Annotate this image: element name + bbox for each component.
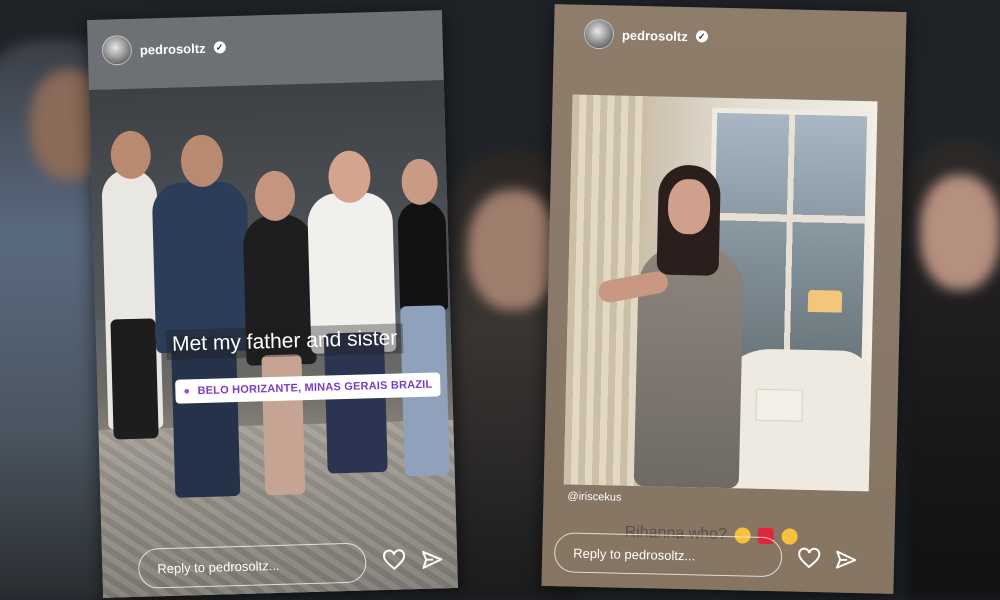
mention-tag[interactable]: @iriscekus <box>567 491 621 504</box>
story-header: pedrosoltz ✓ <box>101 32 226 66</box>
gift-box <box>755 388 803 422</box>
tongue-emoji-icon <box>781 528 798 545</box>
username[interactable]: pedrosoltz <box>140 40 206 57</box>
person-2-legs <box>170 336 241 498</box>
woman-face <box>667 178 711 235</box>
verified-badge-icon: ✓ <box>213 41 226 54</box>
avatar[interactable] <box>583 18 615 50</box>
username[interactable]: pedrosoltz <box>622 27 688 43</box>
person-1-legs <box>110 318 159 440</box>
send-icon[interactable] <box>834 548 859 573</box>
reply-input[interactable]: Reply to pedrosoltz... <box>553 532 783 578</box>
background-face-right <box>920 175 1000 290</box>
heart-icon[interactable] <box>382 548 407 573</box>
story-header: pedrosoltz ✓ <box>583 18 708 52</box>
lamp <box>807 289 843 313</box>
reply-input[interactable]: Reply to pedrosoltz... <box>137 542 367 589</box>
person-5 <box>397 200 449 312</box>
background-face-middle <box>468 190 558 310</box>
heart-icon[interactable] <box>797 547 822 572</box>
reply-placeholder: Reply to pedrosoltz... <box>573 545 696 564</box>
avatar[interactable] <box>101 34 133 66</box>
story-card-left: pedrosoltz ✓ Met my father and sister ● … <box>86 10 459 598</box>
reply-placeholder: Reply to pedrosoltz... <box>157 557 280 577</box>
location-text: BELO HORIZANTE, MINAS GERAIS BRAZIL <box>197 378 433 398</box>
location-pin-icon: ● <box>183 385 191 398</box>
story-card-right: pedrosoltz ✓ @iriscekus Rihanna who? Rep… <box>541 4 907 594</box>
story-photo <box>563 94 878 492</box>
send-icon[interactable] <box>420 547 445 572</box>
verified-badge-icon: ✓ <box>695 30 708 43</box>
